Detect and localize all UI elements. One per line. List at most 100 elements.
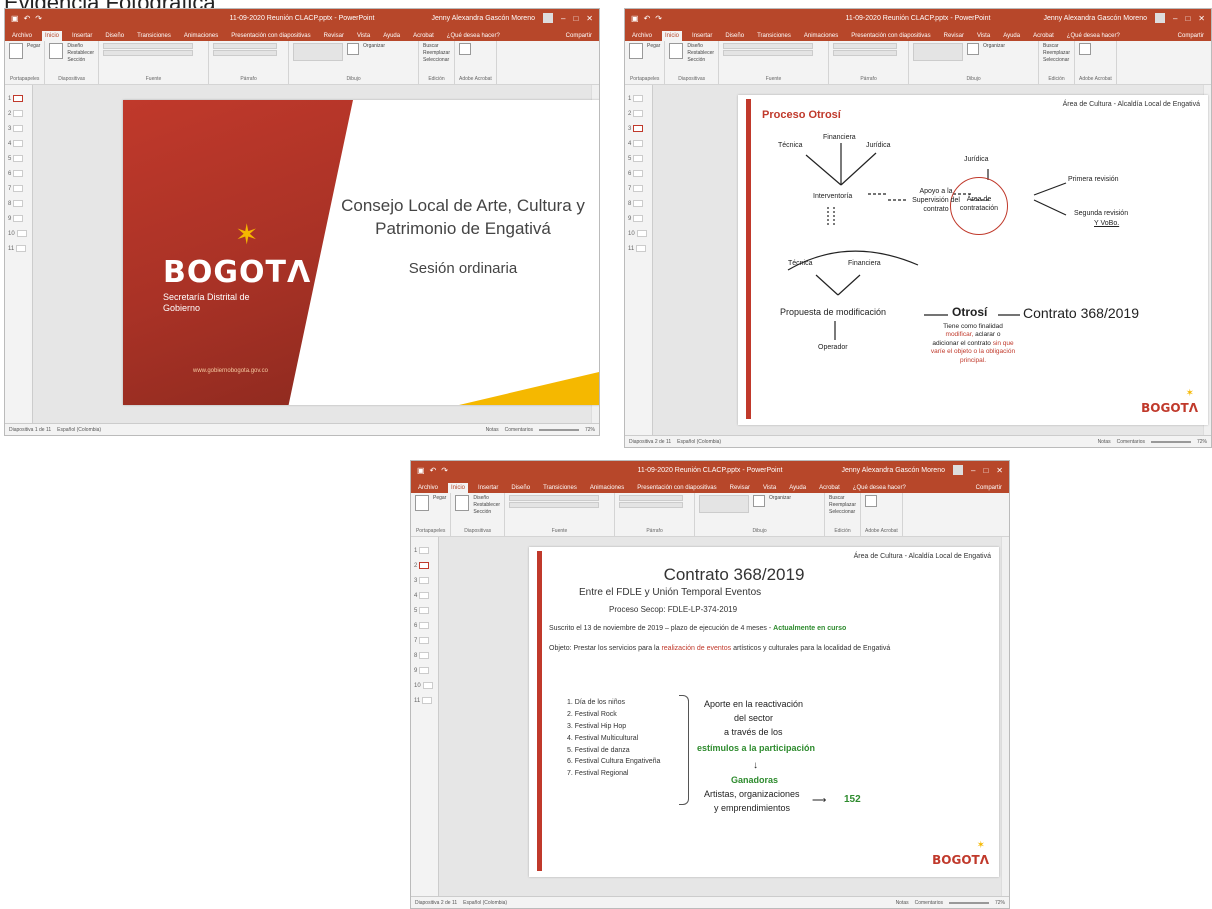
- minimize-icon[interactable]: –: [971, 466, 975, 475]
- paste-label[interactable]: Pegar: [27, 43, 40, 49]
- tab-ayuda[interactable]: Ayuda: [786, 483, 809, 493]
- thumbnail-slide[interactable]: 8: [5, 196, 32, 211]
- paragraph-bar[interactable]: [833, 43, 898, 49]
- minimize-icon[interactable]: –: [561, 14, 565, 23]
- find-button[interactable]: Buscar: [423, 43, 450, 49]
- close-icon[interactable]: ✕: [586, 14, 593, 23]
- tab-diseno[interactable]: Diseño: [722, 31, 747, 41]
- share-button[interactable]: Compartir: [563, 31, 595, 41]
- vertical-scrollbar[interactable]: [1001, 537, 1009, 896]
- section-button[interactable]: Sección: [473, 509, 500, 515]
- thumbnail-slide[interactable]: 8: [625, 196, 652, 211]
- maximize-icon[interactable]: □: [573, 14, 578, 23]
- thumbnail-slide[interactable]: 1: [411, 543, 438, 558]
- arrange-icon[interactable]: [967, 43, 980, 55]
- comments-button[interactable]: Comentarios: [1117, 439, 1145, 445]
- thumbnail-slide[interactable]: 2: [5, 106, 32, 121]
- tab-revisar[interactable]: Revisar: [321, 31, 347, 41]
- pdf-icon[interactable]: [865, 495, 877, 507]
- tab-animaciones[interactable]: Animaciones: [801, 31, 841, 41]
- font-name-box[interactable]: [509, 495, 600, 501]
- reset-button[interactable]: Restablecer: [473, 502, 500, 508]
- shapes-gallery[interactable]: [913, 43, 964, 61]
- maximize-icon[interactable]: □: [983, 466, 988, 475]
- tell-me-box[interactable]: ¿Qué desea hacer?: [1064, 31, 1123, 41]
- thumbnail-slide[interactable]: 6: [5, 166, 32, 181]
- paste-icon[interactable]: [415, 495, 429, 511]
- tab-insertar[interactable]: Insertar: [475, 483, 501, 493]
- tab-revisar[interactable]: Revisar: [727, 483, 753, 493]
- zoom-slider[interactable]: [1150, 440, 1191, 443]
- tab-ayuda[interactable]: Ayuda: [380, 31, 403, 41]
- slide-contrato[interactable]: Área de Cultura - Alcaldía Local de Enga…: [529, 547, 999, 877]
- select-button[interactable]: Seleccionar: [1043, 57, 1070, 63]
- comments-button[interactable]: Comentarios: [505, 427, 533, 433]
- arrange-label[interactable]: Organizar: [983, 43, 1005, 49]
- thumbnail-slide[interactable]: 9: [411, 663, 438, 678]
- tell-me-box[interactable]: ¿Qué desea hacer?: [444, 31, 503, 41]
- thumbnail-slide[interactable]: 4: [5, 136, 32, 151]
- notes-button[interactable]: Notas: [1098, 439, 1111, 445]
- tab-archivo[interactable]: Archivo: [9, 31, 35, 41]
- language[interactable]: Español (Colombia): [677, 439, 721, 445]
- tab-ayuda[interactable]: Ayuda: [1000, 31, 1023, 41]
- thumbnail-slide[interactable]: 5: [411, 603, 438, 618]
- tab-archivo[interactable]: Archivo: [629, 31, 655, 41]
- tab-vista[interactable]: Vista: [760, 483, 779, 493]
- tab-insertar[interactable]: Insertar: [69, 31, 95, 41]
- replace-button[interactable]: Reemplazar: [829, 502, 856, 508]
- alignment-bar[interactable]: [213, 50, 278, 56]
- shapes-gallery[interactable]: [293, 43, 344, 61]
- thumbnail-slide[interactable]: 6: [625, 166, 652, 181]
- new-slide-icon[interactable]: [49, 43, 64, 59]
- avatar[interactable]: [953, 465, 963, 475]
- thumbnail-slide[interactable]: 11: [411, 693, 438, 708]
- comments-button[interactable]: Comentarios: [915, 900, 943, 906]
- thumbnail-slide[interactable]: 7: [625, 181, 652, 196]
- thumbnail-slide[interactable]: 5: [625, 151, 652, 166]
- tab-acrobat[interactable]: Acrobat: [410, 31, 437, 41]
- thumbnail-slide[interactable]: 11: [625, 241, 652, 256]
- tab-vista[interactable]: Vista: [974, 31, 993, 41]
- tell-me-box[interactable]: ¿Qué desea hacer?: [850, 483, 909, 493]
- thumbnail-slide[interactable]: 1: [625, 91, 652, 106]
- replace-button[interactable]: Reemplazar: [1043, 50, 1070, 56]
- tab-diseno[interactable]: Diseño: [102, 31, 127, 41]
- tab-presentacion[interactable]: Presentación con diapositivas: [228, 31, 313, 41]
- font-format-bar[interactable]: [723, 50, 814, 56]
- thumbnail-slide[interactable]: 8: [411, 648, 438, 663]
- slide-canvas[interactable]: Área de Cultura - Alcaldía Local de Enga…: [439, 537, 1001, 896]
- thumbnail-slide[interactable]: 5: [5, 151, 32, 166]
- tab-transiciones[interactable]: Transiciones: [754, 31, 794, 41]
- thumbnail-slide[interactable]: 10: [625, 226, 652, 241]
- minimize-icon[interactable]: –: [1173, 14, 1177, 23]
- avatar[interactable]: [543, 13, 553, 23]
- tab-acrobat[interactable]: Acrobat: [816, 483, 843, 493]
- tab-insertar[interactable]: Insertar: [689, 31, 715, 41]
- user-name[interactable]: Jenny Alexandra Gascón Moreno: [841, 467, 945, 474]
- zoom-level[interactable]: 72%: [585, 427, 595, 433]
- thumbnail-slide[interactable]: 10: [5, 226, 32, 241]
- arrange-icon[interactable]: [347, 43, 360, 55]
- tab-transiciones[interactable]: Transiciones: [540, 483, 580, 493]
- thumbnail-slide[interactable]: 3: [411, 573, 438, 588]
- tab-inicio[interactable]: Inicio: [42, 31, 63, 41]
- paste-icon[interactable]: [9, 43, 23, 59]
- thumbnail-slide[interactable]: 2: [625, 106, 652, 121]
- thumbnail-slide[interactable]: 6: [411, 618, 438, 633]
- zoom-level[interactable]: 72%: [1197, 439, 1207, 445]
- thumbnail-slide[interactable]: 9: [625, 211, 652, 226]
- zoom-slider[interactable]: [948, 901, 989, 904]
- close-icon[interactable]: ✕: [996, 466, 1003, 475]
- avatar[interactable]: [1155, 13, 1165, 23]
- tab-revisar[interactable]: Revisar: [941, 31, 967, 41]
- select-button[interactable]: Seleccionar: [423, 57, 450, 63]
- thumbnail-slide[interactable]: 3: [625, 121, 652, 136]
- thumbnail-slide[interactable]: 11: [5, 241, 32, 256]
- new-slide-icon[interactable]: [455, 495, 470, 511]
- find-button[interactable]: Buscar: [829, 495, 856, 501]
- thumbnail-slide[interactable]: 1: [5, 91, 32, 106]
- slide-title[interactable]: ✶ BOGOTΛ Secretaría Distrital de Gobiern…: [123, 100, 599, 405]
- tab-inicio[interactable]: Inicio: [662, 31, 683, 41]
- thumbnail-slide[interactable]: 7: [411, 633, 438, 648]
